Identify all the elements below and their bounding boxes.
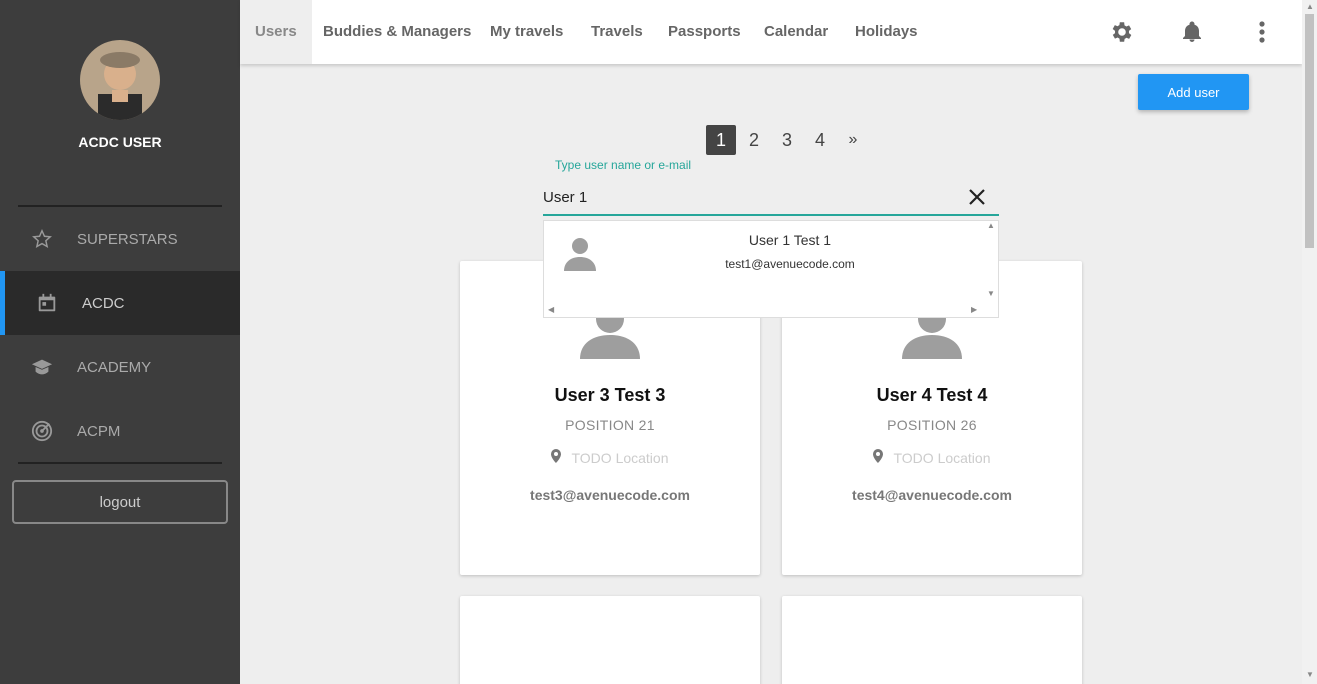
tab-travels[interactable]: Travels bbox=[591, 0, 643, 64]
search-input[interactable] bbox=[543, 180, 999, 216]
sidebar-item-superstars[interactable]: SUPERSTARS bbox=[0, 207, 240, 271]
page-2[interactable]: 2 bbox=[739, 125, 769, 155]
user-card[interactable] bbox=[782, 596, 1082, 684]
suggestion-name: User 1 Test 1 bbox=[748, 232, 832, 248]
graduation-cap-icon bbox=[30, 355, 54, 379]
page-1[interactable]: 1 bbox=[706, 125, 736, 155]
tab-my-travels[interactable]: My travels bbox=[490, 0, 563, 64]
dropdown-horizontal-scrollbar[interactable]: ◀ ▶ bbox=[544, 303, 984, 317]
user-card[interactable] bbox=[460, 596, 760, 684]
page-4[interactable]: 4 bbox=[805, 125, 835, 155]
tab-buddies-managers[interactable]: Buddies & Managers bbox=[323, 0, 471, 64]
card-location-text: TODO Location bbox=[893, 449, 991, 466]
add-user-button[interactable]: Add user bbox=[1138, 74, 1249, 110]
close-icon[interactable] bbox=[966, 186, 988, 208]
gear-icon[interactable] bbox=[1108, 18, 1136, 46]
page-next[interactable]: » bbox=[838, 125, 868, 155]
sidebar-item-label: ACDC bbox=[82, 294, 125, 312]
card-email: test3@avenuecode.com bbox=[530, 487, 690, 503]
sidebar-item-academy[interactable]: ACADEMY bbox=[0, 335, 240, 399]
tab-passports[interactable]: Passports bbox=[668, 0, 741, 64]
tab-calendar[interactable]: Calendar bbox=[764, 0, 828, 64]
scroll-up-icon[interactable]: ▲ bbox=[1306, 2, 1314, 11]
sidebar-item-label: ACADEMY bbox=[77, 358, 152, 376]
scroll-right-icon[interactable]: ▶ bbox=[971, 305, 977, 314]
card-location: TODO Location bbox=[782, 449, 1082, 466]
sidebar-item-acdc[interactable]: ACDC bbox=[0, 271, 240, 335]
scrollbar-thumb[interactable] bbox=[1305, 14, 1314, 248]
suggestion-item[interactable]: User 1 Test 1 test1@avenuecode.com bbox=[544, 221, 984, 301]
card-position: POSITION 26 bbox=[887, 417, 977, 433]
dropdown-vertical-scrollbar[interactable]: ▲ ▼ bbox=[984, 221, 998, 303]
card-name: User 3 Test 3 bbox=[554, 385, 666, 405]
page-3[interactable]: 3 bbox=[772, 125, 802, 155]
autocomplete-dropdown: User 1 Test 1 test1@avenuecode.com ▲ ▼ ◀… bbox=[543, 220, 999, 318]
bell-icon[interactable] bbox=[1178, 18, 1206, 46]
location-pin-icon bbox=[873, 449, 884, 466]
scroll-down-icon[interactable]: ▼ bbox=[1306, 670, 1314, 679]
card-email: test4@avenuecode.com bbox=[852, 487, 1012, 503]
sidebar-item-acpm[interactable]: ACPM bbox=[0, 399, 240, 463]
top-navbar: Users Buddies & Managers My travels Trav… bbox=[240, 0, 1302, 64]
card-location-text: TODO Location bbox=[571, 449, 669, 466]
more-vertical-icon[interactable] bbox=[1248, 18, 1276, 46]
suggestion-email: test1@avenuecode.com bbox=[725, 257, 855, 271]
scroll-up-icon[interactable]: ▲ bbox=[987, 221, 995, 230]
scroll-down-icon[interactable]: ▼ bbox=[987, 289, 995, 298]
sidebar: ACDC USER SUPERSTARS ACDC ACADEMY ACPM l… bbox=[0, 0, 240, 684]
page-scrollbar[interactable]: ▲ ▼ bbox=[1302, 0, 1317, 684]
calendar-icon bbox=[35, 291, 59, 315]
pagination: 1 2 3 4 » bbox=[706, 125, 871, 155]
scroll-left-icon[interactable]: ◀ bbox=[548, 305, 554, 314]
tab-holidays[interactable]: Holidays bbox=[855, 0, 918, 64]
location-pin-icon bbox=[551, 449, 562, 466]
tab-users[interactable]: Users bbox=[240, 0, 312, 64]
card-name: User 4 Test 4 bbox=[876, 385, 988, 405]
radar-icon bbox=[30, 419, 54, 443]
sidebar-divider bbox=[18, 462, 222, 464]
star-icon bbox=[30, 227, 54, 251]
sidebar-item-label: SUPERSTARS bbox=[77, 230, 178, 248]
logout-button[interactable]: logout bbox=[12, 480, 228, 524]
sidebar-item-label: ACPM bbox=[77, 422, 121, 440]
search-label: Type user name or e-mail bbox=[555, 158, 692, 172]
card-position: POSITION 21 bbox=[565, 417, 655, 433]
username: ACDC USER bbox=[78, 134, 162, 150]
avatar[interactable] bbox=[80, 40, 160, 120]
card-location: TODO Location bbox=[460, 449, 760, 466]
